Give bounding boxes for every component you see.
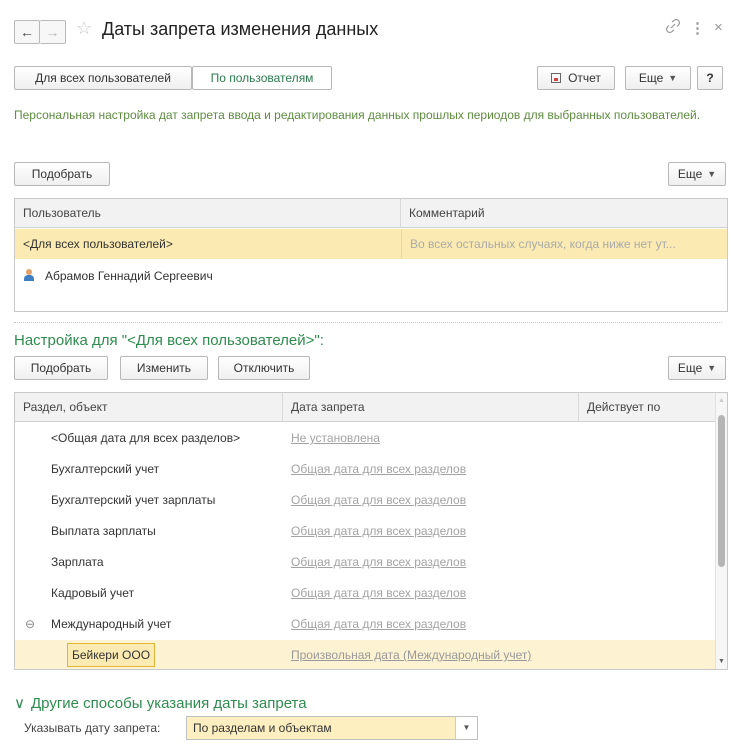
scrollbar-thumb[interactable] (718, 415, 725, 567)
other-methods-title: Другие способы указания даты запрета (30, 695, 307, 712)
date-link[interactable]: Общая дата для всех разделов (291, 485, 577, 515)
forward-button[interactable]: → (40, 20, 66, 44)
arrow-right-icon: → (45, 24, 60, 40)
date-link[interactable]: Общая дата для всех разделов (291, 609, 577, 639)
more-label: Еще (638, 71, 664, 85)
users-more-button[interactable]: Еще ▼ (668, 162, 726, 186)
section-cell: Кадровый учет (51, 586, 135, 600)
user-cell: <Для всех пользователей> (23, 237, 173, 251)
settings-pick-label: Подобрать (30, 361, 92, 375)
collapse-icon[interactable]: ⊖ (25, 609, 39, 639)
column-header-user[interactable]: Пользователь (15, 199, 401, 228)
help-label: ? (706, 71, 714, 85)
change-label: Изменить (136, 361, 192, 375)
mode-by-user-button[interactable]: По пользователям (192, 66, 332, 90)
scroll-down-icon[interactable]: ▼ (718, 658, 725, 665)
settings-table: Раздел, объект Дата запрета Действует по… (14, 392, 728, 670)
scrollbar[interactable]: ▲ ▼ (715, 393, 727, 669)
user-name: Абрамов Геннадий Сергеевич (45, 269, 213, 283)
section-cell: Бухгалтерский учет (51, 462, 160, 476)
date-link[interactable]: Произвольная дата (Международный учет) (291, 640, 577, 669)
settings-pick-button[interactable]: Подобрать (14, 356, 108, 380)
date-link[interactable]: Общая дата для всех разделов (291, 454, 577, 484)
title-bar: ← → ☆ Даты запрета изменения данных ⋮ × (0, 0, 734, 56)
date-link[interactable]: Общая дата для всех разделов (291, 516, 577, 546)
table-row[interactable]: Абрамов Геннадий Сергеевич (15, 261, 727, 291)
close-icon[interactable]: × (714, 19, 723, 36)
comment-cell (401, 261, 727, 291)
section-cell: Международный учет (51, 617, 172, 631)
users-table-header: Пользователь Комментарий (15, 199, 727, 228)
field-label: Указывать дату запрета: (24, 721, 161, 735)
table-row[interactable]: Бухгалтерский учет зарплаты Общая дата д… (15, 485, 717, 515)
section-cell: Бухгалтерский учет зарплаты (51, 493, 216, 507)
help-button[interactable]: ? (697, 66, 723, 90)
caret-down-icon: ▼ (707, 169, 717, 179)
section-cell: <Общая дата для всех разделов> (51, 431, 241, 445)
table-row[interactable]: Бейкери ООО Произвольная дата (Междунаро… (15, 640, 717, 669)
date-link[interactable]: Не установлена (291, 423, 577, 453)
table-row[interactable]: <Для всех пользователей> Во всех остальн… (15, 229, 727, 259)
column-header-valid[interactable]: Действует по (579, 393, 717, 422)
date-link[interactable]: Общая дата для всех разделов (291, 578, 577, 608)
section-cell-selected[interactable]: Бейкери ООО (67, 643, 156, 667)
table-row[interactable]: <Общая дата для всех разделов> Не устано… (15, 423, 717, 453)
scroll-up-icon[interactable]: ▲ (718, 397, 725, 404)
report-icon (551, 73, 562, 83)
disable-label: Отключить (233, 361, 295, 375)
mode-all-users-button[interactable]: Для всех пользователей (14, 66, 192, 90)
dropdown-icon[interactable]: ▼ (455, 717, 477, 739)
back-button[interactable]: ← (14, 20, 40, 44)
other-methods-toggle[interactable]: ∨ Другие способы указания даты запрета (14, 694, 307, 712)
report-button[interactable]: Отчет (537, 66, 615, 90)
comment-cell: Во всех остальных случаях, когда ниже не… (401, 229, 727, 259)
arrow-left-icon: ← (20, 24, 34, 40)
section-cell: Зарплата (51, 555, 104, 569)
column-header-comment[interactable]: Комментарий (401, 199, 727, 228)
column-header-date[interactable]: Дата запрета (283, 393, 579, 422)
date-mode-select[interactable]: По разделам и объектам ▼ (186, 716, 478, 740)
section-cell: Выплата зарплаты (51, 524, 156, 538)
date-mode-value: По разделам и объектам (193, 721, 332, 735)
page-title: Даты запрета изменения данных (102, 19, 379, 39)
settings-table-header: Раздел, объект Дата запрета Действует по (15, 393, 717, 422)
table-row[interactable]: Зарплата Общая дата для всех разделов (15, 547, 717, 577)
date-link[interactable]: Общая дата для всех разделов (291, 547, 577, 577)
disable-button[interactable]: Отключить (218, 356, 310, 380)
star-icon[interactable]: ☆ (76, 18, 92, 39)
table-row[interactable]: Бухгалтерский учет Общая дата для всех р… (15, 454, 717, 484)
user-cell: Абрамов Геннадий Сергеевич (23, 261, 399, 291)
settings-more-button[interactable]: Еще ▼ (668, 356, 726, 380)
change-button[interactable]: Изменить (120, 356, 208, 380)
caret-down-icon: ▼ (707, 363, 717, 373)
table-row[interactable]: Кадровый учет Общая дата для всех раздел… (15, 578, 717, 608)
report-label: Отчет (568, 71, 601, 85)
user-icon (23, 269, 35, 281)
more-button[interactable]: Еще ▼ (625, 66, 691, 90)
users-more-label: Еще (677, 167, 703, 181)
more-vertical-icon[interactable]: ⋮ (690, 19, 705, 37)
link-icon[interactable] (665, 18, 681, 37)
chevron-down-icon: ∨ (14, 695, 25, 712)
caret-down-icon: ▼ (668, 73, 678, 83)
table-row[interactable]: ⊖ Международный учет Общая дата для всех… (15, 609, 717, 639)
settings-title: Настройка для "<Для всех пользователей>"… (14, 332, 324, 349)
users-pick-button[interactable]: Подобрать (14, 162, 110, 186)
settings-more-label: Еще (677, 361, 703, 375)
table-row[interactable]: Выплата зарплаты Общая дата для всех раз… (15, 516, 717, 546)
users-pick-label: Подобрать (31, 167, 93, 181)
users-table: Пользователь Комментарий <Для всех польз… (14, 198, 728, 312)
mode-by-user-label: По пользователям (210, 71, 314, 85)
mode-all-users-label: Для всех пользователей (35, 71, 171, 85)
divider (14, 322, 722, 323)
description: Персональная настройка дат запрета ввода… (14, 108, 701, 122)
column-header-section[interactable]: Раздел, объект (15, 393, 283, 422)
